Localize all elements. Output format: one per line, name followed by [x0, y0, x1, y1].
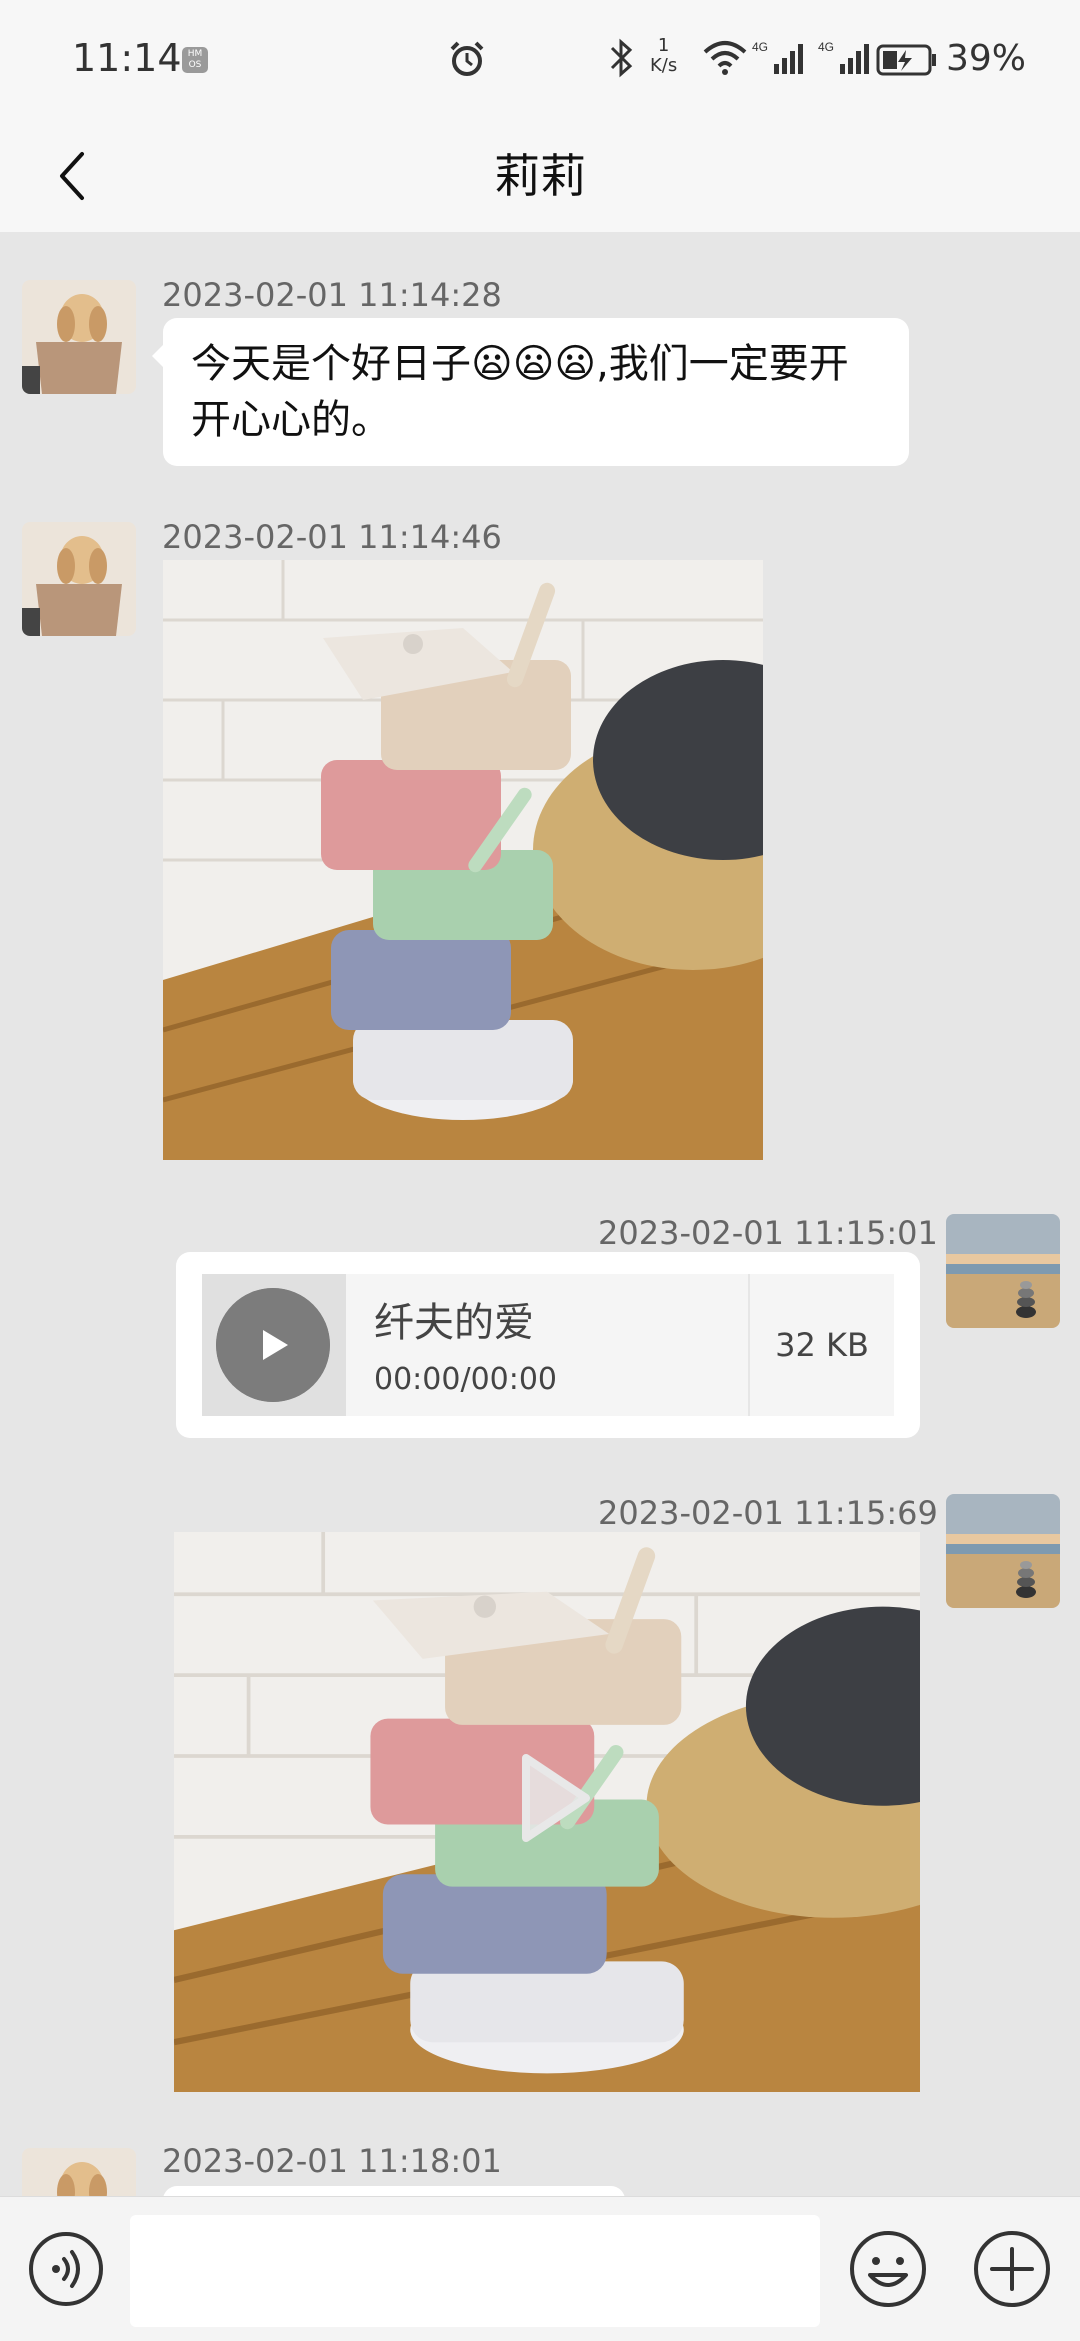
status-time: 11:14: [72, 36, 182, 80]
play-icon[interactable]: [216, 1288, 330, 1402]
image-message[interactable]: [163, 560, 763, 1160]
network-type-label: 4G: [818, 40, 834, 54]
audio-duration: 00:00/00:00: [374, 1362, 558, 1397]
status-bar: 11:14 HM OS 1 K/s 4G 4G 39%: [0, 0, 1080, 120]
battery-percentage: 39%: [946, 38, 1027, 79]
signal-strength-icon: 4G: [752, 40, 803, 74]
message-list[interactable]: 2023-02-01 11:14:28 今天是个好日子😦😦😦,我们一定要开开心心…: [0, 232, 1080, 2196]
bluetooth-icon: [610, 38, 633, 78]
message-input[interactable]: [130, 2215, 820, 2327]
network-type-label: 4G: [752, 40, 768, 54]
network-speed: 1 K/s: [650, 36, 677, 76]
contact-avatar[interactable]: [22, 522, 136, 636]
voice-input-icon[interactable]: [26, 2229, 106, 2309]
battery-charging-icon: [876, 44, 936, 76]
message-timestamp: 2023-02-01 11:15:01: [598, 1214, 938, 1252]
signal-strength-icon: 4G: [818, 40, 869, 74]
message-timestamp: 2023-02-01 11:14:28: [162, 276, 502, 314]
message-input-bar: [0, 2196, 1080, 2341]
message-timestamp: 2023-02-01 11:18:01: [162, 2142, 502, 2180]
audio-player: 纤夫的爱 00:00/00:00 32 KB: [202, 1274, 894, 1416]
video-play-icon[interactable]: [518, 1750, 594, 1846]
hmos-badge-icon: HM OS: [182, 47, 208, 73]
message-bubble[interactable]: [163, 2186, 625, 2196]
plus-icon[interactable]: [970, 2227, 1054, 2311]
emoji-icon[interactable]: [846, 2227, 930, 2311]
message-bubble[interactable]: 今天是个好日子😦😦😦,我们一定要开开心心的。: [163, 318, 909, 466]
message-timestamp: 2023-02-01 11:14:46: [162, 518, 502, 556]
network-speed-unit: K/s: [650, 55, 678, 76]
video-message[interactable]: [174, 1532, 920, 2092]
message-text: 今天是个好日子😦😦😦,我们一定要开开心心的。: [191, 341, 849, 443]
page-title: 莉莉: [494, 149, 586, 203]
alarm-icon: [450, 41, 484, 76]
audio-play-area: [202, 1274, 346, 1416]
network-speed-value: 1: [657, 35, 670, 56]
back-chevron-icon[interactable]: [44, 140, 104, 212]
my-avatar[interactable]: [946, 1494, 1060, 1608]
audio-message[interactable]: 纤夫的爱 00:00/00:00 32 KB: [176, 1252, 920, 1438]
wifi-icon: [703, 41, 747, 75]
contact-avatar[interactable]: [22, 280, 136, 394]
contact-avatar[interactable]: [22, 2148, 136, 2196]
audio-title: 纤夫的爱: [374, 1300, 534, 1346]
my-avatar[interactable]: [946, 1214, 1060, 1328]
chat-header: 莉莉: [0, 120, 1080, 232]
message-timestamp: 2023-02-01 11:15:69: [598, 1494, 938, 1532]
audio-file-size: 32 KB: [775, 1326, 869, 1364]
